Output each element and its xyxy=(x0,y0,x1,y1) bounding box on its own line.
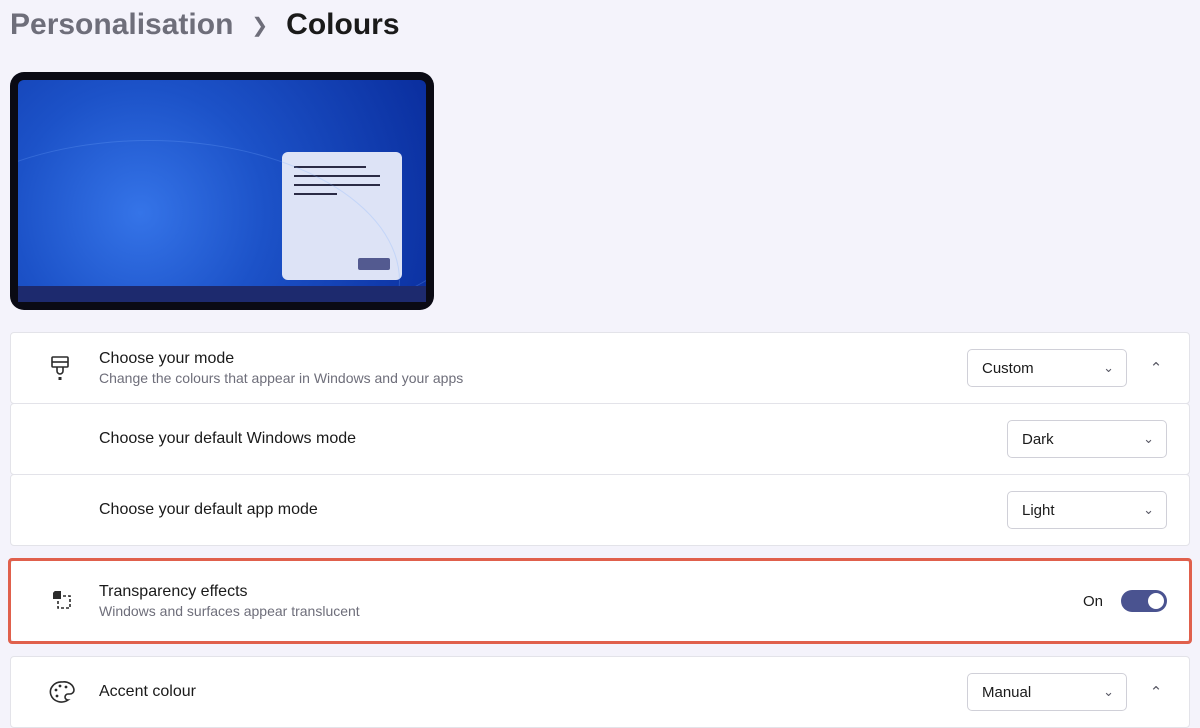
setting-row-app-mode[interactable]: Choose your default app mode Light ⌄ xyxy=(10,474,1190,546)
setting-title: Accent colour xyxy=(99,683,967,701)
setting-row-mode[interactable]: Choose your mode Change the colours that… xyxy=(10,332,1190,404)
mode-select[interactable]: Custom ⌄ xyxy=(967,349,1127,387)
transparency-icon xyxy=(49,590,99,612)
select-value: Light xyxy=(1022,502,1055,519)
select-value: Dark xyxy=(1022,431,1054,448)
desktop-preview-screen xyxy=(18,80,426,302)
select-value: Custom xyxy=(982,360,1034,377)
transparency-toggle[interactable] xyxy=(1121,590,1167,612)
chevron-down-icon: ⌄ xyxy=(1143,431,1154,447)
app-mode-select[interactable]: Light ⌄ xyxy=(1007,491,1167,529)
setting-row-windows-mode[interactable]: Choose your default Windows mode Dark ⌄ xyxy=(10,403,1190,475)
windows-mode-select[interactable]: Dark ⌄ xyxy=(1007,420,1167,458)
chevron-up-icon[interactable]: ⌃ xyxy=(1145,357,1167,379)
setting-subtitle: Change the colours that appear in Window… xyxy=(99,370,967,386)
desktop-preview xyxy=(10,72,434,310)
chevron-down-icon: ⌄ xyxy=(1103,684,1114,700)
breadcrumb-parent[interactable]: Personalisation xyxy=(10,8,233,42)
setting-row-accent[interactable]: Accent colour Manual ⌄ ⌃ xyxy=(10,656,1190,728)
setting-row-transparency[interactable]: Transparency effects Windows and surface… xyxy=(10,560,1190,642)
setting-title: Choose your default Windows mode xyxy=(99,430,1007,448)
accent-select[interactable]: Manual ⌄ xyxy=(967,673,1127,711)
chevron-right-icon: ❯ xyxy=(251,13,268,38)
brush-icon xyxy=(49,356,99,380)
chevron-up-icon[interactable]: ⌃ xyxy=(1145,681,1167,703)
chevron-down-icon: ⌄ xyxy=(1143,502,1154,518)
palette-icon xyxy=(49,680,99,704)
setting-title: Transparency effects xyxy=(99,583,1083,601)
desktop-preview-window xyxy=(282,152,402,280)
chevron-down-icon: ⌄ xyxy=(1103,360,1114,376)
breadcrumb: Personalisation ❯ Colours xyxy=(10,8,1190,42)
toggle-state-label: On xyxy=(1083,593,1103,610)
desktop-preview-taskbar xyxy=(18,286,426,302)
select-value: Manual xyxy=(982,684,1031,701)
setting-subtitle: Windows and surfaces appear translucent xyxy=(99,603,1083,619)
page-title: Colours xyxy=(286,8,399,42)
setting-title: Choose your mode xyxy=(99,350,967,368)
setting-title: Choose your default app mode xyxy=(99,501,1007,519)
